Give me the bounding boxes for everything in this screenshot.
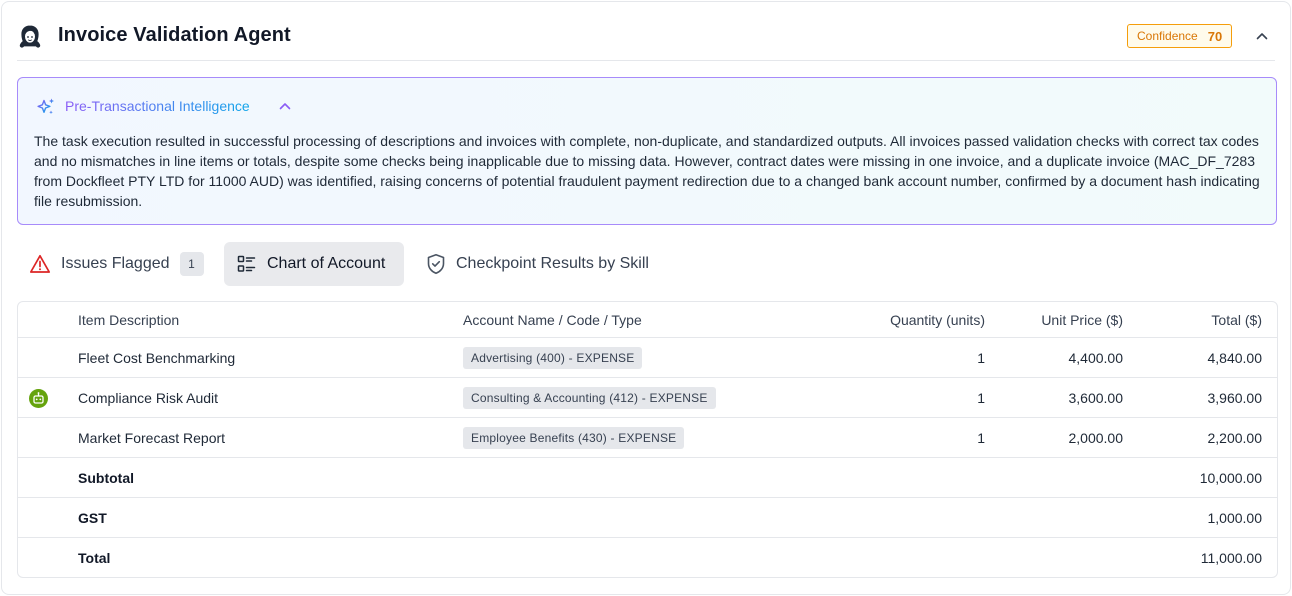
subtotal-row: Subtotal 10,000.00 <box>18 457 1277 497</box>
intelligence-panel: Pre-Transactional Intelligence The task … <box>17 77 1277 225</box>
unit-price-value: 3,600.00 <box>1068 389 1124 406</box>
quantity-value: 1 <box>977 389 985 406</box>
account-tag: Advertising (400) - EXPENSE <box>463 346 643 369</box>
item-description: Compliance Risk Audit <box>78 389 219 406</box>
column-header-description: Item Description <box>78 312 180 328</box>
subtotal-label: Subtotal <box>78 469 134 486</box>
column-header-total: Total ($) <box>1211 312 1262 328</box>
tab-issues-label: Issues Flagged <box>61 255 170 272</box>
quantity-value: 1 <box>977 349 985 366</box>
issues-count-badge: 1 <box>179 252 204 276</box>
quantity-value: 1 <box>977 429 985 446</box>
confidence-label: Confidence <box>1137 29 1198 43</box>
agent-card: Invoice Validation Agent Confidence 70 P… <box>1 1 1291 595</box>
grand-total-value: 11,000.00 <box>1200 549 1262 566</box>
account-tag: Consulting & Accounting (412) - EXPENSE <box>463 386 716 409</box>
header-divider <box>17 60 1275 61</box>
gst-value: 1,000.00 <box>1207 509 1263 526</box>
table-header-row: Item Description Account Name / Code / T… <box>18 302 1277 338</box>
card-header: Invoice Validation Agent Confidence 70 <box>2 2 1290 62</box>
warning-triangle-icon <box>29 254 51 273</box>
tab-chart-label: Chart of Account <box>267 255 386 272</box>
sparkle-icon <box>37 98 54 115</box>
account-tag: Employee Benefits (430) - EXPENSE <box>463 426 685 449</box>
item-description: Market Forecast Report <box>78 429 226 446</box>
table-row: Compliance Risk Audit Consulting & Accou… <box>18 377 1277 417</box>
table-row: Fleet Cost Benchmarking Advertising (400… <box>18 337 1277 377</box>
list-icon <box>237 255 256 272</box>
tab-issues-flagged[interactable]: Issues Flagged 1 <box>17 242 216 286</box>
page-title: Invoice Validation Agent <box>58 24 291 46</box>
gst-label: GST <box>78 509 107 526</box>
chart-of-account-table: Item Description Account Name / Code / T… <box>17 301 1278 578</box>
unit-price-value: 4,400.00 <box>1068 349 1124 366</box>
column-header-quantity: Quantity (units) <box>890 312 985 328</box>
robot-icon[interactable] <box>29 389 48 408</box>
column-header-unit-price: Unit Price ($) <box>1041 312 1123 328</box>
item-description: Fleet Cost Benchmarking <box>78 349 236 366</box>
total-row: Total 11,000.00 <box>18 537 1277 577</box>
gst-row: GST 1,000.00 <box>18 497 1277 537</box>
intelligence-title: Pre-Transactional Intelligence <box>65 98 250 114</box>
total-value: 3,960.00 <box>1207 389 1263 406</box>
unit-price-value: 2,000.00 <box>1068 429 1124 446</box>
intelligence-summary: The task execution resulted in successfu… <box>34 133 1260 209</box>
tab-checkpoint-label: Checkpoint Results by Skill <box>456 255 649 272</box>
column-header-account: Account Name / Code / Type <box>463 312 642 328</box>
confidence-badge: Confidence 70 <box>1127 24 1233 48</box>
agent-avatar-icon <box>19 25 41 48</box>
chevron-up-icon[interactable] <box>1254 28 1270 44</box>
total-value: 4,840.00 <box>1207 349 1263 366</box>
total-value: 2,200.00 <box>1207 429 1263 446</box>
tab-chart-of-account[interactable]: Chart of Account <box>224 242 404 286</box>
subtotal-value: 10,000.00 <box>1199 469 1262 486</box>
shield-check-icon <box>427 254 445 275</box>
confidence-value: 70 <box>1207 28 1223 44</box>
total-label: Total <box>78 549 111 566</box>
table-row: Market Forecast Report Employee Benefits… <box>18 417 1277 457</box>
chevron-up-icon[interactable] <box>278 99 292 113</box>
tab-checkpoint-results[interactable]: Checkpoint Results by Skill <box>414 242 661 286</box>
